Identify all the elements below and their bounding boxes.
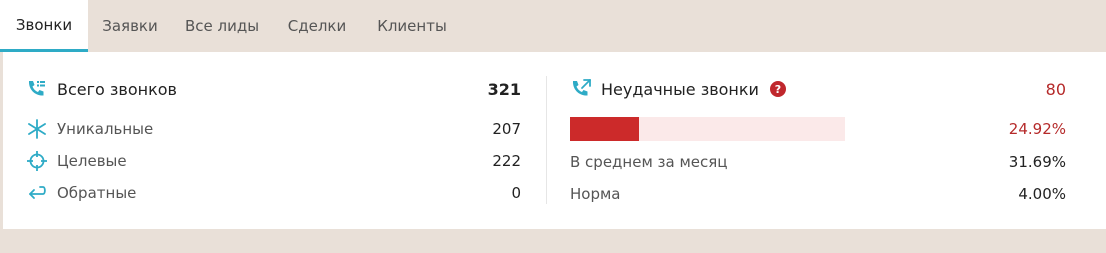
tab-label: Заявки — [102, 17, 158, 35]
unique-calls-label: Уникальные — [57, 120, 154, 138]
total-calls-label: Всего звонков — [57, 80, 177, 99]
phone-list-icon — [25, 78, 47, 100]
return-arrow-icon — [26, 182, 48, 204]
question-circle-icon[interactable]: ? — [770, 81, 786, 97]
target-calls-label: Целевые — [57, 152, 127, 170]
tab-bar: Звонки Заявки Все лиды Сделки Клиенты — [0, 0, 1106, 52]
phone-missed-icon — [571, 78, 593, 100]
failed-calls-title: Неудачные звонки — [601, 80, 759, 99]
callback-calls-value: 0 — [511, 184, 521, 202]
asterisk-icon — [26, 118, 48, 140]
crosshair-icon — [26, 150, 48, 172]
tab-requests[interactable]: Заявки — [88, 0, 172, 52]
failed-calls-progress-fill — [570, 117, 639, 141]
monthly-average-label: В среднем за месяц — [570, 153, 728, 171]
failed-calls-percent: 24.92% — [1008, 120, 1066, 138]
tab-label: Звонки — [15, 15, 73, 34]
tab-label: Сделки — [287, 17, 347, 35]
tab-deals[interactable]: Сделки — [272, 0, 362, 52]
tab-label: Клиенты — [377, 17, 447, 35]
tab-label: Все лиды — [184, 17, 260, 35]
norm-label: Норма — [570, 185, 621, 203]
tab-calls[interactable]: Звонки — [0, 0, 88, 52]
callback-calls-label: Обратные — [57, 184, 137, 202]
failed-calls-count: 80 — [1045, 80, 1066, 99]
total-calls-value: 321 — [487, 80, 521, 99]
tab-all-leads[interactable]: Все лиды — [172, 0, 272, 52]
unique-calls-value: 207 — [492, 120, 521, 138]
monthly-average-value: 31.69% — [1008, 153, 1066, 171]
column-divider — [546, 76, 547, 204]
tab-clients[interactable]: Клиенты — [362, 0, 462, 52]
norm-value: 4.00% — [1018, 185, 1066, 203]
failed-calls-progress-bar — [570, 117, 845, 141]
calls-stats-panel: Всего звонков 321 Уникальные 207 Целевые… — [3, 52, 1106, 229]
target-calls-value: 222 — [492, 152, 521, 170]
